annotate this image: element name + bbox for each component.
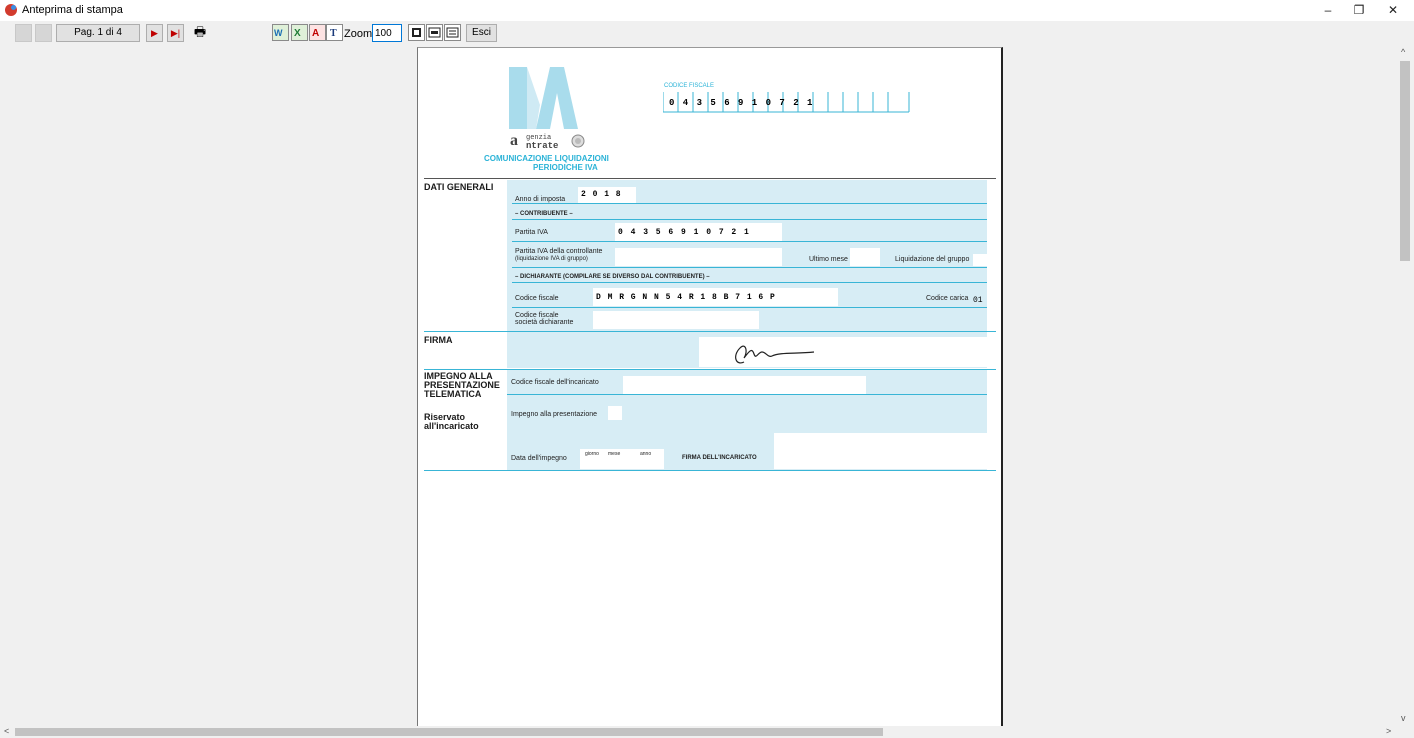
scroll-left-icon[interactable]: < <box>4 726 9 736</box>
zoom-label: Zoom <box>344 28 373 40</box>
scroll-right-icon[interactable]: > <box>1386 726 1391 736</box>
agency-bottom: ntrate <box>526 141 559 151</box>
piva-controllante-label-2: (liquidazione IVA di gruppo) <box>515 256 588 262</box>
partita-iva-label: Partita IVA <box>515 229 548 236</box>
cf-societa-label-1: Codice fiscale <box>515 312 559 319</box>
piva-controllante-field <box>615 248 782 266</box>
two-pages-button[interactable] <box>444 24 461 41</box>
riservato-heading-2: all'incaricato <box>424 421 479 431</box>
play-icon: ▶ <box>151 28 158 38</box>
fit-width-icon <box>428 27 441 38</box>
contribuente-heading: – CONTRIBUENTE – <box>515 211 573 217</box>
liquidazione-gruppo-field <box>973 254 987 266</box>
ultimo-mese-field <box>850 248 880 266</box>
pdf-export-icon: A <box>312 28 319 39</box>
restore-button[interactable]: ❐ <box>1347 2 1371 18</box>
firma-incaricato-label: FIRMA DELL'INCARICATO <box>682 455 757 461</box>
cf-incaricato-label: Codice fiscale dell'incaricato <box>511 379 599 386</box>
dichiarante-heading: – DICHIARANTE (COMPILARE SE DIVERSO DAL … <box>515 274 710 280</box>
piva-controllante-label-1: Partita IVA della controllante <box>515 248 603 255</box>
firma-incaricato-box <box>774 433 987 469</box>
scroll-up-icon[interactable]: ^ <box>1401 47 1405 57</box>
mese-label: mese <box>608 451 621 457</box>
exit-button[interactable]: Esci <box>466 24 497 42</box>
emblem-icon <box>571 134 585 148</box>
impegno-presentazione-label: Impegno alla presentazione <box>511 411 598 418</box>
cf-societa-field <box>593 311 759 329</box>
vertical-scroll-thumb[interactable] <box>1400 61 1410 261</box>
anno-value: 2 0 1 8 <box>581 190 621 199</box>
codice-fiscale-value: 0 4 3 5 6 9 1 0 7 2 1 <box>669 98 813 108</box>
window-title: Anteprima di stampa <box>22 4 123 16</box>
codice-fiscale-title: CODICE FISCALE <box>664 83 715 89</box>
impegno-heading-3: TELEMATICA <box>424 389 482 399</box>
zoom-input[interactable] <box>372 24 402 42</box>
data-impegno-label: Data dell'impegno <box>511 455 567 462</box>
export-pdf-button[interactable]: A <box>309 24 326 41</box>
last-page-button[interactable]: ▶| <box>167 24 184 42</box>
cf-label: Codice fiscale <box>515 295 559 302</box>
form-title-2: PERIODICHE IVA <box>533 163 598 172</box>
close-button[interactable]: ✕ <box>1381 2 1405 18</box>
signature-icon <box>735 345 815 364</box>
export-text-button[interactable]: T <box>326 24 343 41</box>
svg-text:X: X <box>294 28 301 39</box>
excel-export-icon: X <box>294 28 301 39</box>
fit-width-button[interactable] <box>426 24 443 41</box>
app-icon <box>5 4 17 16</box>
prev-page-button[interactable] <box>35 24 52 42</box>
giorno-label: giorno <box>585 451 599 457</box>
anno-label: Anno di imposta <box>515 196 566 203</box>
partita-iva-value: 0 4 3 5 6 9 1 0 7 2 1 <box>618 228 749 237</box>
cf-value: D M R G N N 5 4 R 1 8 B 7 1 6 P <box>596 293 775 302</box>
print-button[interactable]: 🖶 <box>191 24 209 42</box>
cf-societa-label-2: società dichiarante <box>515 319 574 326</box>
codice-carica-label: Codice carica <box>926 295 969 302</box>
export-word-button[interactable]: W <box>272 24 289 41</box>
liquidazione-gruppo-label: Liquidazione del gruppo <box>895 256 970 263</box>
fit-page-icon <box>412 28 421 37</box>
anno-date-label: anno <box>640 451 652 457</box>
printer-icon: 🖶 <box>193 24 207 39</box>
horizontal-scroll-thumb[interactable] <box>15 728 883 736</box>
agenzia-a-icon: a <box>510 132 518 146</box>
skip-end-icon: ▶| <box>170 28 181 38</box>
pages-icon <box>446 27 459 38</box>
svg-text:W: W <box>274 28 283 38</box>
fit-page-button[interactable] <box>408 24 425 41</box>
minimize-button[interactable]: – <box>1316 2 1340 18</box>
dati-generali-heading: DATI GENERALI <box>424 182 494 192</box>
first-page-button[interactable] <box>15 24 32 42</box>
next-page-button[interactable]: ▶ <box>146 24 163 42</box>
text-export-icon: T <box>330 28 337 39</box>
preview-page: a genzia ntrate COMUNICAZIONE LIQUIDAZIO… <box>417 47 1003 727</box>
cf-incaricato-field <box>623 376 866 394</box>
svg-text:A: A <box>312 28 319 39</box>
scroll-down-icon[interactable]: v <box>1401 713 1406 723</box>
word-export-icon: W <box>274 28 283 38</box>
toolbar: Pag. 1 di 4 ▶ ▶| 🖶 W X A T Zoom Esci <box>0 21 1414 45</box>
impegno-presentazione-field <box>608 406 622 420</box>
codice-carica-value: 01 <box>973 296 983 305</box>
svg-text:T: T <box>330 28 337 39</box>
vertical-scrollbar[interactable]: ^ v <box>1397 45 1414 726</box>
svg-text:a: a <box>510 132 518 146</box>
firma-heading: FIRMA <box>424 335 453 345</box>
form-title-1: COMUNICAZIONE LIQUIDAZIONI <box>484 154 609 163</box>
horizontal-scrollbar[interactable]: < > <box>0 726 1414 738</box>
ultimo-mese-label: Ultimo mese <box>809 256 848 263</box>
export-excel-button[interactable]: X <box>291 24 308 41</box>
iva-logo-icon <box>509 67 578 129</box>
page-indicator: Pag. 1 di 4 <box>56 24 140 42</box>
title-bar: Anteprima di stampa – ❐ ✕ <box>0 0 1414 21</box>
